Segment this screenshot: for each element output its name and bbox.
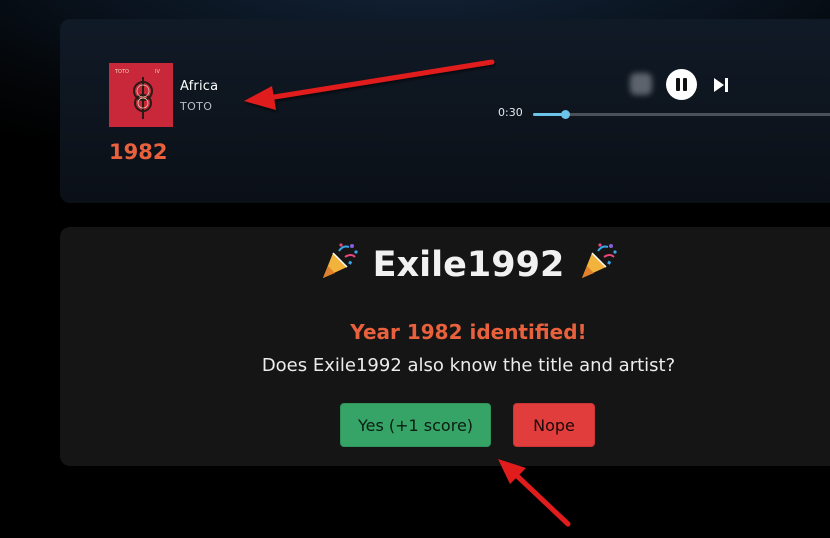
player-name: Exile1992 (372, 245, 565, 285)
yes-plus-one-button[interactable]: Yes (+1 score) (340, 403, 491, 447)
party-popper-icon-left (322, 243, 358, 278)
nope-button[interactable]: Nope (513, 403, 595, 447)
album-art-band: TOTO (114, 69, 129, 75)
track-artist: TOTO (180, 100, 213, 113)
title-artist-question: Does Exile1992 also know the title and a… (261, 355, 676, 376)
player-name-heading: Exile1992 (60, 243, 830, 285)
track-year: 1982 (109, 140, 168, 164)
pause-button[interactable] (666, 69, 697, 100)
skip-next-button[interactable] (712, 76, 730, 94)
elapsed-time: 0:30 (498, 106, 523, 119)
year-identified-message: Year 1982 identified! (350, 320, 587, 344)
page: TOTO IV Africa TOTO 1982 0:30 Exile1992 … (0, 0, 830, 538)
skip-next-icon (714, 78, 728, 92)
album-art: TOTO IV (109, 63, 173, 127)
track-title: Africa (180, 79, 219, 94)
progress-bar[interactable] (533, 110, 830, 119)
svg-text:IV: IV (155, 69, 160, 75)
progress-thumb[interactable] (561, 110, 571, 119)
result-card: Exile1992 Year 1982 identified! Does Exi… (60, 227, 830, 466)
annotation-arrow-yes-button (498, 459, 571, 527)
party-popper-icon-right (582, 243, 617, 278)
blurred-previous-icon[interactable] (630, 73, 652, 95)
now-playing-card: TOTO IV Africa TOTO 1982 0:30 (60, 19, 830, 203)
